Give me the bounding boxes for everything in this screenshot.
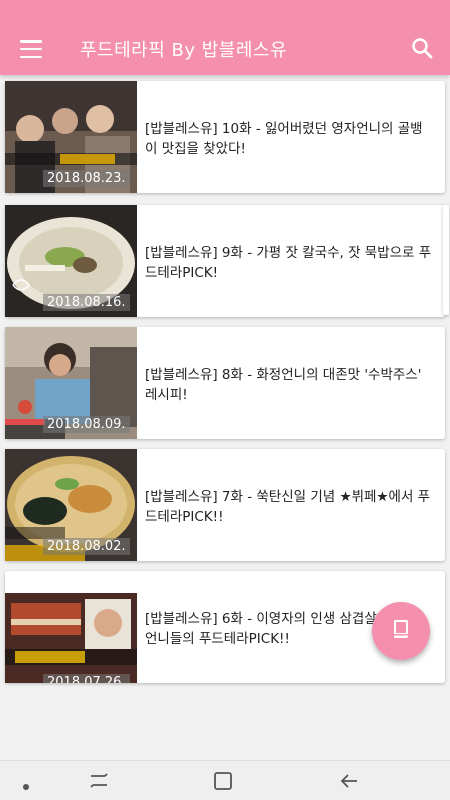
recent-apps-icon[interactable] xyxy=(88,771,110,795)
episode-card[interactable]: 2018.08.16. [밥블레스유] 9화 - 가평 잣 칼국수, 잣 묵밥으… xyxy=(5,205,449,317)
adjacent-card-edge xyxy=(443,205,449,315)
episode-date: 2018.08.16. xyxy=(43,294,130,311)
episode-title: [밥블레스유] 8화 - 화정언니의 대존맛 '수박주스' 레시피! xyxy=(145,367,422,403)
episode-date: 2018.07.26. xyxy=(43,674,130,683)
app-title: 푸드테라픽 By 밥블레스유 xyxy=(80,40,288,61)
episode-date: 2018.08.09. xyxy=(43,416,130,433)
search-icon[interactable] xyxy=(410,36,434,60)
book-icon xyxy=(389,617,413,645)
episode-title: [밥블레스유] 9화 - 가평 잣 칼국수, 잣 묵밥으로 푸드테라PICK! xyxy=(145,245,432,281)
dot-icon[interactable] xyxy=(22,776,30,795)
episode-card[interactable]: 2018.08.02. [밥블레스유] 7화 - 쑥탄신일 기념 ★뷔페★에서 … xyxy=(5,449,445,561)
episode-thumbnail: 2018.08.23. xyxy=(5,81,137,193)
back-icon[interactable] xyxy=(338,770,360,796)
episode-date: 2018.08.23. xyxy=(43,170,130,187)
episode-title: [밥블레스유] 7화 - 쑥탄신일 기념 ★뷔페★에서 푸드테라PICK!! xyxy=(145,489,431,525)
episode-thumbnail: 2018.08.02. xyxy=(5,449,137,561)
system-nav-bar xyxy=(0,760,450,800)
episode-thumbnail: 2018.08.09. xyxy=(5,327,137,439)
episode-list[interactable]: 2018.08.23. [밥블레스유] 10화 - 잃어버렸던 영자언니의 골뱅… xyxy=(0,75,450,760)
book-fab-button[interactable] xyxy=(372,602,430,660)
episode-card[interactable]: 2018.08.23. [밥블레스유] 10화 - 잃어버렸던 영자언니의 골뱅… xyxy=(5,81,445,193)
episode-thumbnail: 2018.07.26. xyxy=(5,593,137,683)
hamburger-menu-icon[interactable] xyxy=(20,40,42,58)
episode-thumbnail: 2018.08.16. xyxy=(5,205,137,317)
app-bar: 푸드테라픽 By 밥블레스유 xyxy=(0,0,450,75)
home-icon[interactable] xyxy=(212,770,234,796)
episode-card[interactable]: 2018.08.09. [밥블레스유] 8화 - 화정언니의 대존맛 '수박주스… xyxy=(5,327,445,439)
episode-title: [밥블레스유] 10화 - 잃어버렸던 영자언니의 골뱅이 맛집을 찾았다! xyxy=(145,121,423,157)
episode-date: 2018.08.02. xyxy=(43,538,130,555)
